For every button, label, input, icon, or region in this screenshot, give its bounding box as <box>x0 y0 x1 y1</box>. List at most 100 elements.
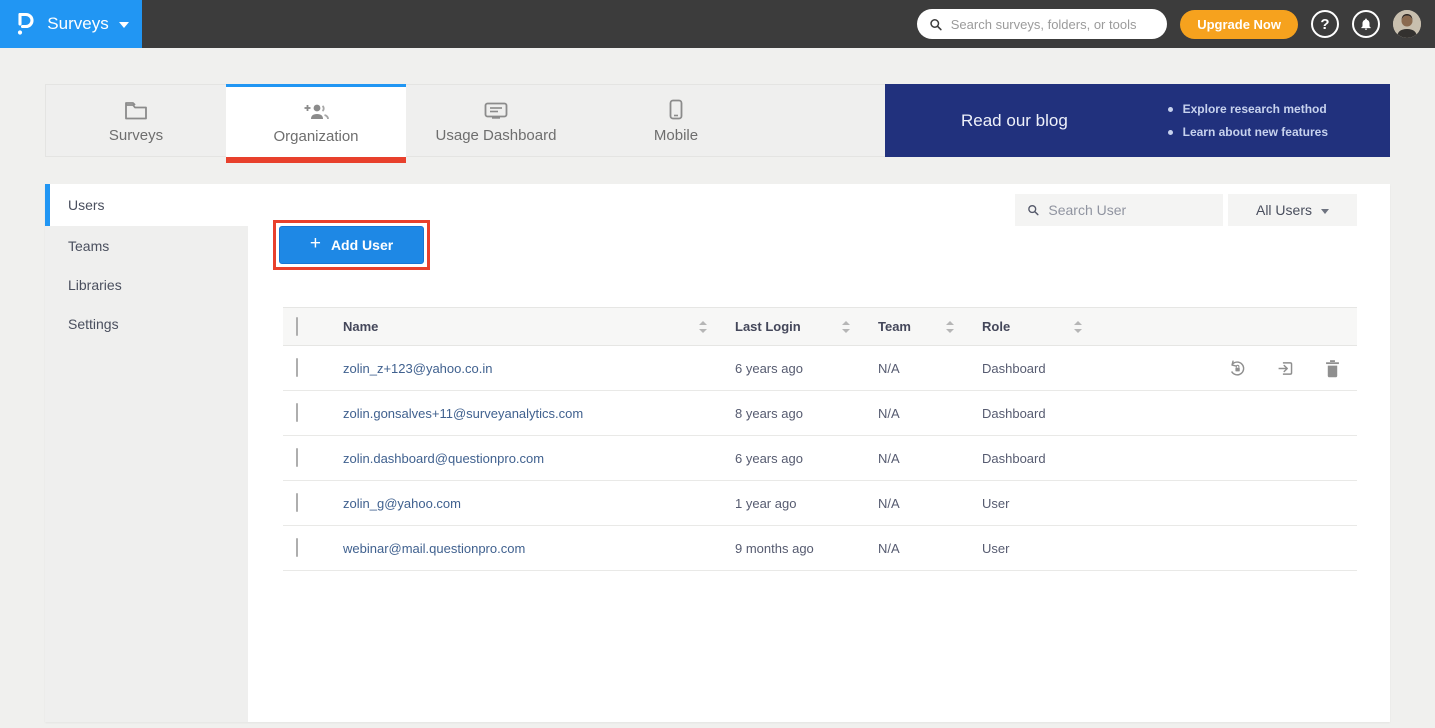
team-value: N/A <box>878 361 900 376</box>
row-checkbox[interactable] <box>296 358 298 377</box>
chevron-down-icon <box>1321 209 1329 214</box>
tab-mobile-label: Mobile <box>654 127 698 144</box>
role-value: Dashboard <box>982 361 1046 376</box>
table-row: zolin_g@yahoo.com 1 year ago N/A User <box>283 481 1357 526</box>
sidebar-item-libraries[interactable]: Libraries <box>45 265 248 304</box>
banner-title-link[interactable]: Read our blog <box>961 111 1068 131</box>
user-email-link[interactable]: zolin_z+123@yahoo.co.in <box>343 361 492 376</box>
notifications-button[interactable] <box>1352 10 1380 38</box>
avatar-photo <box>1393 10 1421 38</box>
tab-organization[interactable]: Organization <box>226 84 406 157</box>
last-login-value: 6 years ago <box>735 361 803 376</box>
sort-icon[interactable] <box>699 321 707 333</box>
role-value: User <box>982 496 1009 511</box>
folder-icon <box>124 98 148 120</box>
organization-panel: Users Teams Libraries Settings All Users <box>45 184 1390 722</box>
mobile-icon <box>669 98 683 120</box>
sort-icon[interactable] <box>946 321 954 333</box>
product-switcher[interactable]: Surveys <box>0 0 142 48</box>
users-table: Name Last Login Team Role <box>283 307 1357 571</box>
user-filter-dropdown[interactable]: All Users <box>1228 194 1357 226</box>
upgrade-now-button[interactable]: Upgrade Now <box>1180 10 1298 39</box>
sidebar-item-teams[interactable]: Teams <box>45 226 248 265</box>
section-tabs: Surveys Organization <box>45 84 886 157</box>
questionpro-logo-icon <box>13 11 37 37</box>
team-value: N/A <box>878 541 900 556</box>
plus-icon: + <box>310 233 321 255</box>
delete-user-button[interactable] <box>1324 359 1341 378</box>
column-header-last-login: Last Login <box>735 319 801 334</box>
user-email-link[interactable]: webinar@mail.questionpro.com <box>343 541 525 556</box>
row-checkbox[interactable] <box>296 448 298 467</box>
tab-usage-dashboard[interactable]: Usage Dashboard <box>406 85 586 156</box>
column-header-role: Role <box>982 319 1010 334</box>
question-mark-icon: ? <box>1320 16 1329 33</box>
banner-bullet-text: Explore research method <box>1183 102 1327 116</box>
help-button[interactable]: ? <box>1311 10 1339 38</box>
banner-bullet-item: Explore research method <box>1168 102 1328 116</box>
sidebar-item-label: Settings <box>68 316 119 332</box>
row-checkbox[interactable] <box>296 403 298 422</box>
login-as-user-button[interactable] <box>1276 359 1295 378</box>
global-search-input[interactable] <box>951 17 1155 32</box>
reset-password-icon <box>1228 359 1247 378</box>
user-search[interactable] <box>1015 194 1223 226</box>
team-value: N/A <box>878 451 900 466</box>
last-login-value: 8 years ago <box>735 406 803 421</box>
bell-icon <box>1359 17 1373 31</box>
user-email-link[interactable]: zolin_g@yahoo.com <box>343 496 461 511</box>
banner-bullet-item: Learn about new features <box>1168 125 1328 139</box>
dashboard-icon <box>484 98 508 120</box>
tab-usage-dashboard-label: Usage Dashboard <box>436 127 557 144</box>
table-row: zolin.gonsalves+11@surveyanalytics.com 8… <box>283 391 1357 436</box>
section-nav-strip: Surveys Organization <box>45 84 1390 157</box>
user-email-link[interactable]: zolin.gonsalves+11@surveyanalytics.com <box>343 406 583 421</box>
sort-icon[interactable] <box>842 321 850 333</box>
team-value: N/A <box>878 406 900 421</box>
add-user-label: Add User <box>331 237 393 253</box>
blog-promo-banner[interactable]: Read our blog Explore research method Le… <box>885 84 1390 157</box>
user-filter-bar: All Users <box>1015 194 1357 226</box>
chevron-down-icon <box>119 22 129 28</box>
column-header-name: Name <box>343 319 378 334</box>
org-sidebar: Users Teams Libraries Settings <box>45 184 248 722</box>
team-value: N/A <box>878 496 900 511</box>
tab-surveys[interactable]: Surveys <box>46 85 226 156</box>
last-login-value: 6 years ago <box>735 451 803 466</box>
users-content: All Users + Add User Name Last Login <box>248 184 1390 722</box>
add-user-button[interactable]: + Add User <box>279 226 424 264</box>
search-icon <box>1027 203 1039 217</box>
sort-icon[interactable] <box>1074 321 1082 333</box>
add-user-group-icon <box>303 99 330 121</box>
user-avatar[interactable] <box>1393 10 1421 38</box>
select-all-checkbox[interactable] <box>296 317 298 336</box>
sidebar-item-users[interactable]: Users <box>45 184 248 226</box>
user-filter-label: All Users <box>1256 202 1312 218</box>
role-value: User <box>982 541 1009 556</box>
sidebar-item-label: Teams <box>68 238 109 254</box>
banner-bullet-text: Learn about new features <box>1183 125 1328 139</box>
sidebar-item-label: Users <box>68 197 105 213</box>
banner-bullet-list: Explore research method Learn about new … <box>1168 102 1328 139</box>
search-icon <box>929 17 943 32</box>
row-checkbox[interactable] <box>296 538 298 557</box>
role-value: Dashboard <box>982 406 1046 421</box>
annotation-highlight-underline <box>226 157 406 163</box>
reset-password-button[interactable] <box>1228 359 1247 378</box>
last-login-value: 9 months ago <box>735 541 814 556</box>
tab-surveys-label: Surveys <box>109 127 163 144</box>
table-row: webinar@mail.questionpro.com 9 months ag… <box>283 526 1357 571</box>
user-email-link[interactable]: zolin.dashboard@questionpro.com <box>343 451 544 466</box>
bullet-dot-icon <box>1168 130 1173 135</box>
sidebar-item-settings[interactable]: Settings <box>45 304 248 343</box>
row-checkbox[interactable] <box>296 493 298 512</box>
product-label: Surveys <box>47 14 108 34</box>
sidebar-item-label: Libraries <box>68 277 122 293</box>
tab-mobile[interactable]: Mobile <box>586 85 766 156</box>
table-row: zolin.dashboard@questionpro.com 6 years … <box>283 436 1357 481</box>
global-search[interactable] <box>917 9 1167 39</box>
role-value: Dashboard <box>982 451 1046 466</box>
table-header-row: Name Last Login Team Role <box>283 307 1357 346</box>
user-search-input[interactable] <box>1048 202 1211 218</box>
column-header-team: Team <box>878 319 911 334</box>
